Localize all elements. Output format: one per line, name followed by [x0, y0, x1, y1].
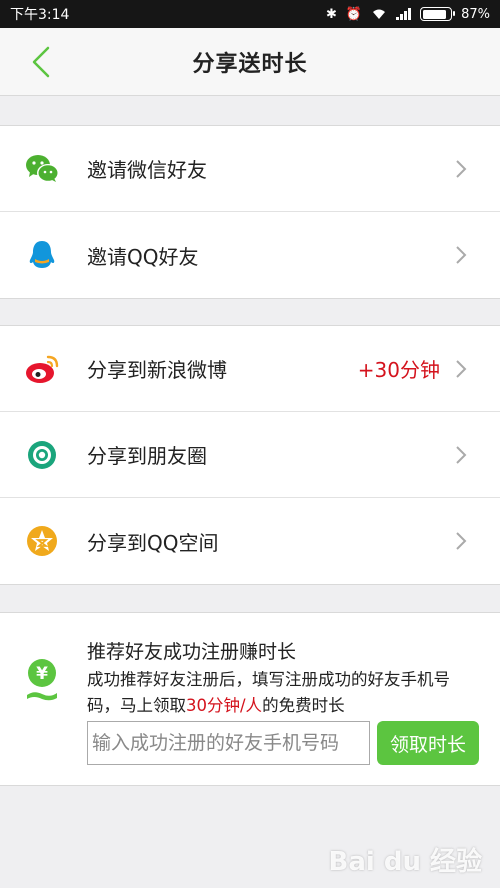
referral-description: 成功推荐好友注册后，填写注册成功的好友手机号码，马上领取30分钟/人的免费时长 [87, 667, 482, 719]
share-moments-label: 分享到朋友圈 [87, 444, 207, 468]
qzone-icon [27, 526, 57, 556]
title-bar: 分享送时长 [0, 28, 500, 96]
page-title: 分享送时长 [192, 51, 308, 77]
status-time: 下午3:14 [10, 7, 70, 23]
battery-fill [422, 9, 447, 19]
referral-title: 推荐好友成功注册赚时长 [87, 641, 297, 663]
weibo-icon [26, 355, 59, 383]
alarm-off-icon: ⏰ [345, 6, 363, 22]
signal-icon [396, 8, 412, 20]
share-moments-row[interactable]: 分享到朋友圈 [0, 412, 500, 498]
chevron-right-icon [456, 160, 467, 178]
weibo-bonus-badge: +30分钟 [357, 358, 440, 382]
chevron-right-icon [456, 532, 467, 550]
claim-time-button[interactable]: 领取时长 [377, 721, 479, 765]
chevron-right-icon [456, 446, 467, 464]
moments-icon [28, 441, 56, 469]
share-weibo-row[interactable]: 分享到新浪微博 +30分钟 [0, 326, 500, 412]
share-weibo-label: 分享到新浪微博 [87, 358, 227, 382]
status-bar: 下午3:14 ✱ ⏰ 87% [0, 0, 500, 28]
bluetooth-icon: ✱ [326, 6, 337, 22]
wechat-icon [26, 155, 59, 182]
referral-desc-highlight: 30分钟/人 [186, 696, 263, 715]
referral-panel: ¥ 推荐好友成功注册赚时长 成功推荐好友注册后，填写注册成功的好友手机号码，马上… [0, 612, 500, 786]
share-qzone-label: 分享到QQ空间 [87, 530, 219, 555]
battery-percent: 87% [461, 6, 490, 22]
invite-wechat-row[interactable]: 邀请微信好友 [0, 126, 500, 212]
referral-desc-suffix: 的免费时长 [262, 696, 345, 715]
invite-qq-row[interactable]: 邀请QQ好友 [0, 212, 500, 298]
share-group: 分享到新浪微博 +30分钟 分享到朋友圈 分享到QQ空间 [0, 325, 500, 585]
invite-group: 邀请微信好友 邀请QQ好友 [0, 125, 500, 299]
invite-wechat-label: 邀请微信好友 [87, 158, 207, 182]
watermark-logo: Bai du 经验 [328, 847, 483, 877]
invite-qq-label: 邀请QQ好友 [87, 244, 199, 269]
chevron-right-icon [456, 360, 467, 378]
battery-icon [420, 7, 456, 21]
qq-icon [29, 241, 55, 268]
friend-phone-input[interactable] [87, 721, 370, 765]
share-qzone-row[interactable]: 分享到QQ空间 [0, 498, 500, 584]
back-icon[interactable] [28, 46, 58, 78]
status-icons: ✱ ⏰ 87% [326, 7, 490, 21]
money-bag-icon: ¥ [27, 659, 57, 701]
chevron-right-icon [456, 246, 467, 264]
wifi-icon [373, 9, 386, 19]
svg-text:¥: ¥ [36, 664, 48, 684]
